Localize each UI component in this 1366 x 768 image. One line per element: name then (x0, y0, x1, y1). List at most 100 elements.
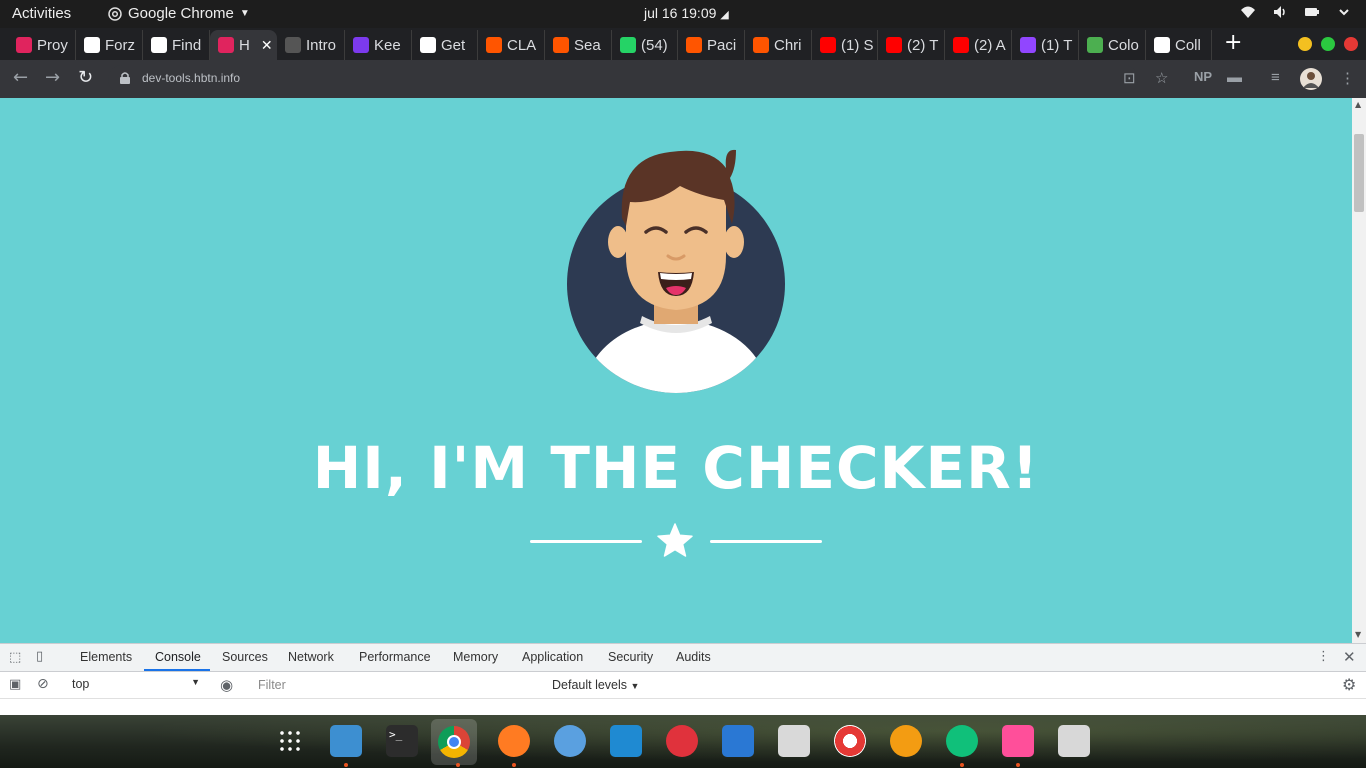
browser-tab[interactable]: Find (143, 30, 210, 60)
installer-icon[interactable] (776, 723, 812, 759)
wifi-icon (1241, 6, 1255, 18)
youtube-icon (953, 37, 969, 53)
browser-tab[interactable]: Coll (1146, 30, 1212, 60)
console-settings-gear-icon[interactable]: ⚙ (1342, 675, 1356, 694)
close-tab-icon[interactable]: ✕ (261, 37, 273, 54)
browser-tab[interactable]: Sea (545, 30, 612, 60)
devtools-tab[interactable]: Audits (676, 650, 711, 664)
scrollbar-thumb[interactable] (1354, 134, 1364, 212)
media-controls-icon[interactable]: ≡ (1271, 69, 1280, 86)
chevron-down-icon: ▼ (630, 681, 640, 691)
browser-tab[interactable]: Get (412, 30, 478, 60)
divider-line-right (710, 540, 822, 543)
update-icon[interactable] (944, 723, 980, 759)
tab-label: Paci (707, 36, 737, 54)
app-grid-icon[interactable] (272, 723, 308, 759)
context-select[interactable]: top ▼ (64, 675, 206, 695)
tab-label: Forz (105, 36, 135, 54)
url-text: dev-tools.hbtn.info (142, 71, 241, 85)
writer-icon-glyph (722, 725, 754, 757)
context-value: top (72, 677, 90, 691)
dock: >_ (0, 715, 1366, 768)
devtools-tab[interactable]: Memory (453, 650, 498, 664)
video-editor-icon[interactable] (1000, 723, 1036, 759)
files-icon[interactable] (328, 723, 364, 759)
devtools-tab[interactable]: Elements (80, 650, 132, 664)
tab-label: Get (441, 36, 466, 54)
files-icon-glyph (330, 725, 362, 757)
browser-tab[interactable]: (1) T (1012, 30, 1079, 60)
device-toolbar-icon[interactable]: ▯ (36, 649, 43, 664)
minimize-button[interactable] (1298, 37, 1312, 51)
devtools-tab[interactable]: Console (155, 650, 201, 664)
soundcloud-icon (753, 37, 769, 53)
devtools-tab[interactable]: Performance (359, 650, 431, 664)
firefox-icon[interactable] (496, 723, 532, 759)
browser-tab[interactable]: Paci (678, 30, 745, 60)
browser-tab[interactable]: (1) S (812, 30, 878, 60)
terminal-icon[interactable]: >_ (384, 723, 420, 759)
browser-tab[interactable]: Proy (8, 30, 76, 60)
devtools-menu-icon[interactable]: ⋮ (1317, 649, 1330, 664)
chrome-icon[interactable] (431, 719, 477, 765)
vscode-icon[interactable] (608, 723, 644, 759)
forward-arrow-icon[interactable]: → (45, 69, 60, 87)
extension-icon[interactable]: ▬ (1227, 69, 1242, 86)
browser-tab[interactable]: Kee (345, 30, 412, 60)
devtools-tab[interactable]: Application (522, 650, 583, 664)
tab-label: (1) T (1041, 36, 1073, 54)
address-bar[interactable]: dev-tools.hbtn.info (108, 65, 1138, 93)
scroll-down-icon[interactable]: ▼ (1355, 630, 1361, 639)
activities-button[interactable]: Activities (12, 5, 71, 22)
holberton-icon (420, 37, 436, 53)
lock-icon (120, 72, 130, 84)
reload-icon[interactable]: ↻ (78, 69, 93, 87)
browser-tab[interactable]: Forz (76, 30, 143, 60)
help-icon[interactable] (832, 723, 868, 759)
chrome-menu-icon[interactable]: ⋮ (1340, 69, 1355, 87)
browser-tab[interactable]: Intro (277, 30, 345, 60)
browser-tab[interactable]: (54) (612, 30, 678, 60)
translate-icon[interactable]: ⊡ (1123, 69, 1136, 87)
whatsapp-icon (620, 37, 636, 53)
system-tray[interactable] (1240, 4, 1352, 20)
trash-icon[interactable] (1056, 723, 1092, 759)
extension-np[interactable]: NP (1194, 69, 1212, 84)
tab-label: (54) (641, 36, 668, 54)
clear-console-icon[interactable]: ⊘ (37, 676, 49, 692)
log-levels-dropdown[interactable]: Default levels ▼ (552, 678, 639, 692)
trash-icon-glyph (1058, 725, 1090, 757)
console-filter-input[interactable] (252, 675, 542, 695)
browser-tab[interactable]: (2) T (878, 30, 945, 60)
browser-tab[interactable]: Colo (1079, 30, 1146, 60)
clock[interactable]: jul 16 19:09 ◢ (644, 5, 729, 21)
writer-icon[interactable] (720, 723, 756, 759)
app-menu[interactable]: Google Chrome ▼ (108, 5, 250, 22)
devtools-panel: ⬚ ▯ Elements Console Sources Network Perform… (0, 643, 1366, 715)
close-devtools-icon[interactable]: ✕ (1343, 648, 1356, 666)
inspect-element-icon[interactable]: ⬚ (9, 650, 21, 665)
maximize-button[interactable] (1321, 37, 1335, 51)
browser-tab[interactable]: CLA (478, 30, 545, 60)
profile-avatar[interactable] (1300, 68, 1322, 90)
browser-tab[interactable]: Chri (745, 30, 812, 60)
new-tab-button[interactable]: + (1224, 32, 1242, 54)
power-menu-icon (1339, 9, 1349, 16)
devtools-tab[interactable]: Security (608, 650, 653, 664)
remote-desktop-icon[interactable] (552, 723, 588, 759)
browser-tab[interactable]: (2) A (945, 30, 1012, 60)
sidebar-toggle-icon[interactable]: ▣ (9, 677, 21, 692)
back-arrow-icon[interactable]: ← (13, 69, 28, 87)
devtools-tab[interactable]: Sources (222, 650, 268, 664)
bookmark-star-icon[interactable]: ☆ (1155, 69, 1168, 87)
amazon-icon[interactable] (888, 723, 924, 759)
page-scrollbar[interactable]: ▲ ▼ (1352, 98, 1366, 643)
close-window-button[interactable] (1344, 37, 1358, 51)
music-icon[interactable] (664, 723, 700, 759)
scroll-up-icon[interactable]: ▲ (1355, 100, 1361, 109)
devtools-tab[interactable]: Network (288, 650, 334, 664)
browser-tab[interactable]: H ✕ (210, 30, 277, 60)
page-title: HI, I'M THE CHECKER! (312, 434, 1040, 502)
update-icon-glyph (946, 725, 978, 757)
live-expression-eye-icon[interactable]: ◉ (220, 676, 233, 694)
